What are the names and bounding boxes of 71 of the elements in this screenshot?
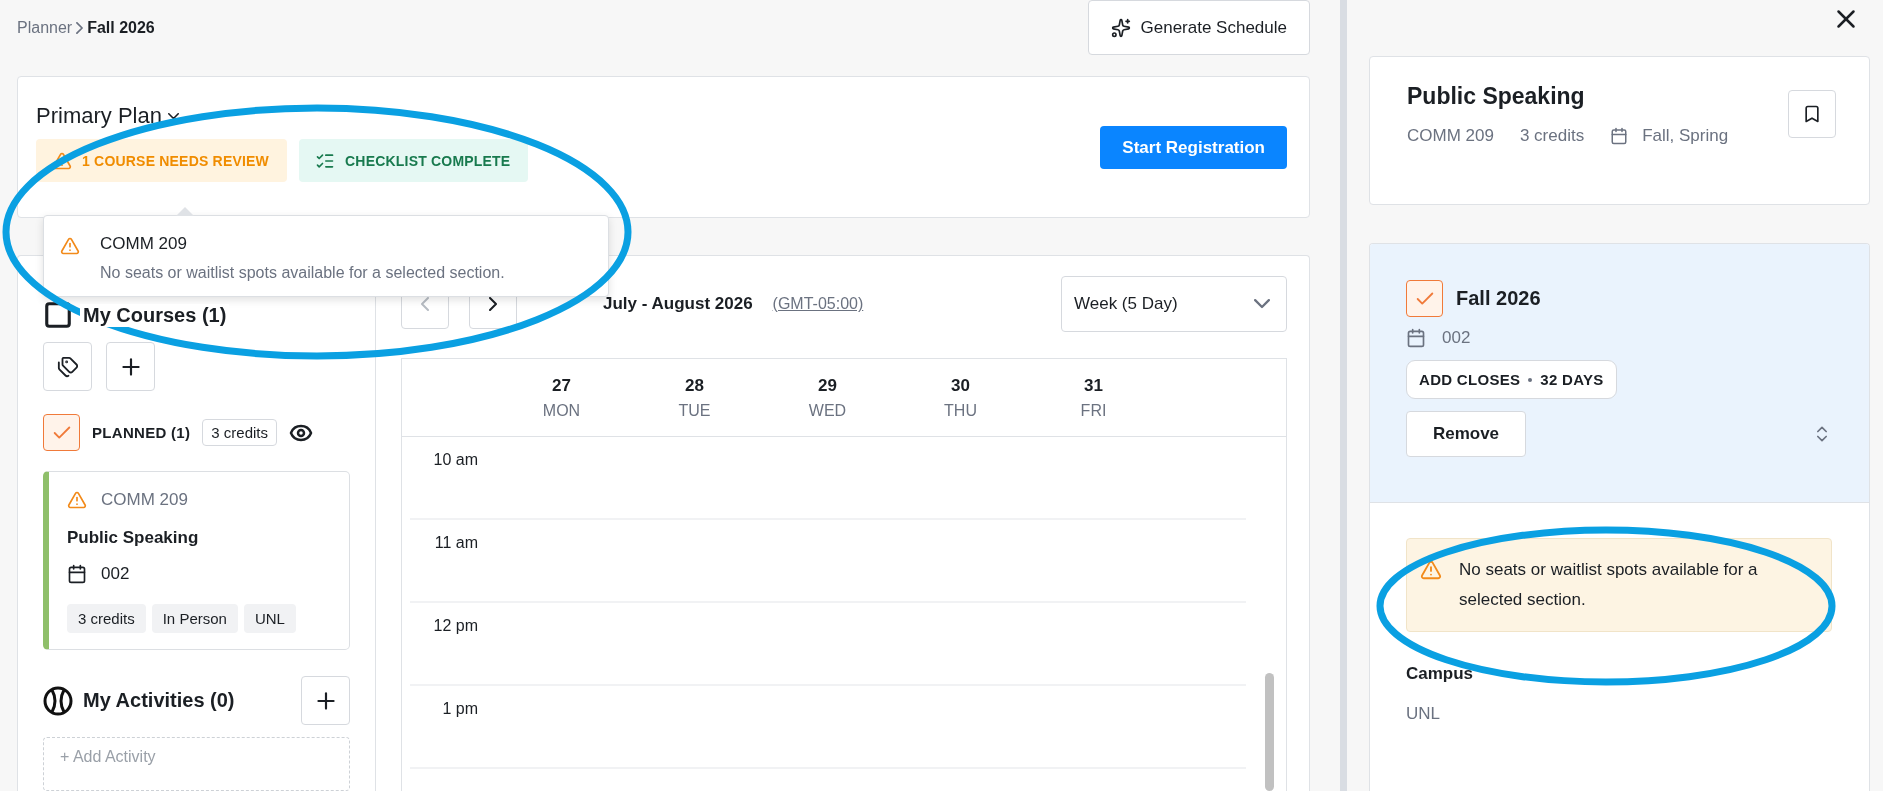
tags-icon <box>56 355 79 378</box>
credits-pill: 3 credits <box>202 419 277 446</box>
day-date: 31 <box>1084 375 1103 396</box>
popover-message: No seats or waitlist spots available for a selected section. <box>100 264 505 282</box>
time-label: 11 am <box>433 534 478 552</box>
time-label: 10 am <box>432 451 478 469</box>
warning-icon <box>1420 559 1442 581</box>
sparkles-icon <box>1110 17 1131 38</box>
start-registration-button[interactable]: Start Registration <box>1100 126 1287 169</box>
warning-message: No seats or waitlist spots available for a selected section. <box>1459 559 1759 611</box>
course-tag: 3 credits <box>67 604 146 633</box>
bookmark-icon <box>1802 104 1822 124</box>
section-checkbox[interactable] <box>1406 280 1443 317</box>
course-card[interactable]: COMM 209 Public Speaking 002 3 credits In Person UNL <box>43 471 350 650</box>
field-value: UNL <box>1406 704 1441 724</box>
generate-schedule-button[interactable]: Generate Schedule <box>1087 0 1310 55</box>
deadline-value: 32 DAYS <box>1540 371 1604 388</box>
day-date: 29 <box>818 375 837 396</box>
view-select[interactable]: Week (5 Day) <box>1061 276 1287 332</box>
section-title: My Activities (0) <box>83 689 235 712</box>
breadcrumb-link[interactable]: Planner <box>17 19 73 37</box>
chevron-down-icon <box>1254 299 1270 309</box>
course-title: Public Speaking <box>1407 83 1586 110</box>
separator-dot <box>1528 377 1533 382</box>
timezone-link[interactable]: (GMT-05:00) <box>772 295 864 313</box>
course-title: Public Speaking <box>67 528 200 548</box>
day-date: 28 <box>685 375 704 396</box>
status-badge[interactable]: CHECKLIST COMPLETE <box>299 139 529 182</box>
add-button[interactable] <box>301 676 350 725</box>
breadcrumb-current: Fall 2026 <box>87 19 155 37</box>
tags-button[interactable] <box>43 342 92 391</box>
group-label: PLANNED (1) <box>92 424 191 441</box>
popover-title: COMM 209 <box>100 234 188 254</box>
calendar-icon <box>1610 127 1629 145</box>
course-tag: UNL <box>243 604 296 633</box>
term-title: Fall 2026 <box>1456 287 1541 310</box>
scrollbar[interactable] <box>1265 673 1274 791</box>
remove-button[interactable]: Remove <box>1406 411 1526 457</box>
day-name: TUE <box>678 401 711 420</box>
chevron-down-icon <box>167 112 179 120</box>
day-date: 27 <box>552 375 571 396</box>
time-label: 1 pm <box>441 700 478 718</box>
course-terms: Fall, Spring <box>1642 126 1729 146</box>
deadline-label: ADD CLOSES <box>1419 371 1521 388</box>
day-name: WED <box>808 401 847 420</box>
course-code: COMM 209 <box>101 490 188 510</box>
chevron-right-icon <box>76 22 84 34</box>
section-number: 002 <box>1442 328 1471 348</box>
chevron-right-icon <box>489 297 497 311</box>
add-button[interactable] <box>106 342 155 391</box>
day-name: FRI <box>1080 401 1107 420</box>
time-label: 12 pm <box>432 617 478 635</box>
day-name: THU <box>944 401 977 420</box>
day-date: 30 <box>951 375 970 396</box>
course-tag: In Person <box>151 604 238 633</box>
calendar-icon <box>1406 328 1426 348</box>
calendar-icon <box>67 564 87 584</box>
section-number: 002 <box>101 564 130 584</box>
course-code: COMM 209 <box>1407 126 1494 146</box>
chevron-left-icon <box>421 297 429 311</box>
bookmark-button[interactable] <box>1788 90 1836 138</box>
square-icon <box>43 300 73 330</box>
warning-icon <box>60 236 80 256</box>
course-credits: 3 credits <box>1519 126 1585 146</box>
field-label: Campus <box>1406 664 1475 684</box>
add-activity-button[interactable]: + Add Activity <box>43 737 350 791</box>
day-name: MON <box>542 401 581 420</box>
plan-title[interactable]: Primary Plan <box>36 103 162 129</box>
ball-icon <box>43 685 73 716</box>
group-checkbox[interactable] <box>43 414 80 451</box>
date-range: July - August 2026 <box>603 294 753 314</box>
